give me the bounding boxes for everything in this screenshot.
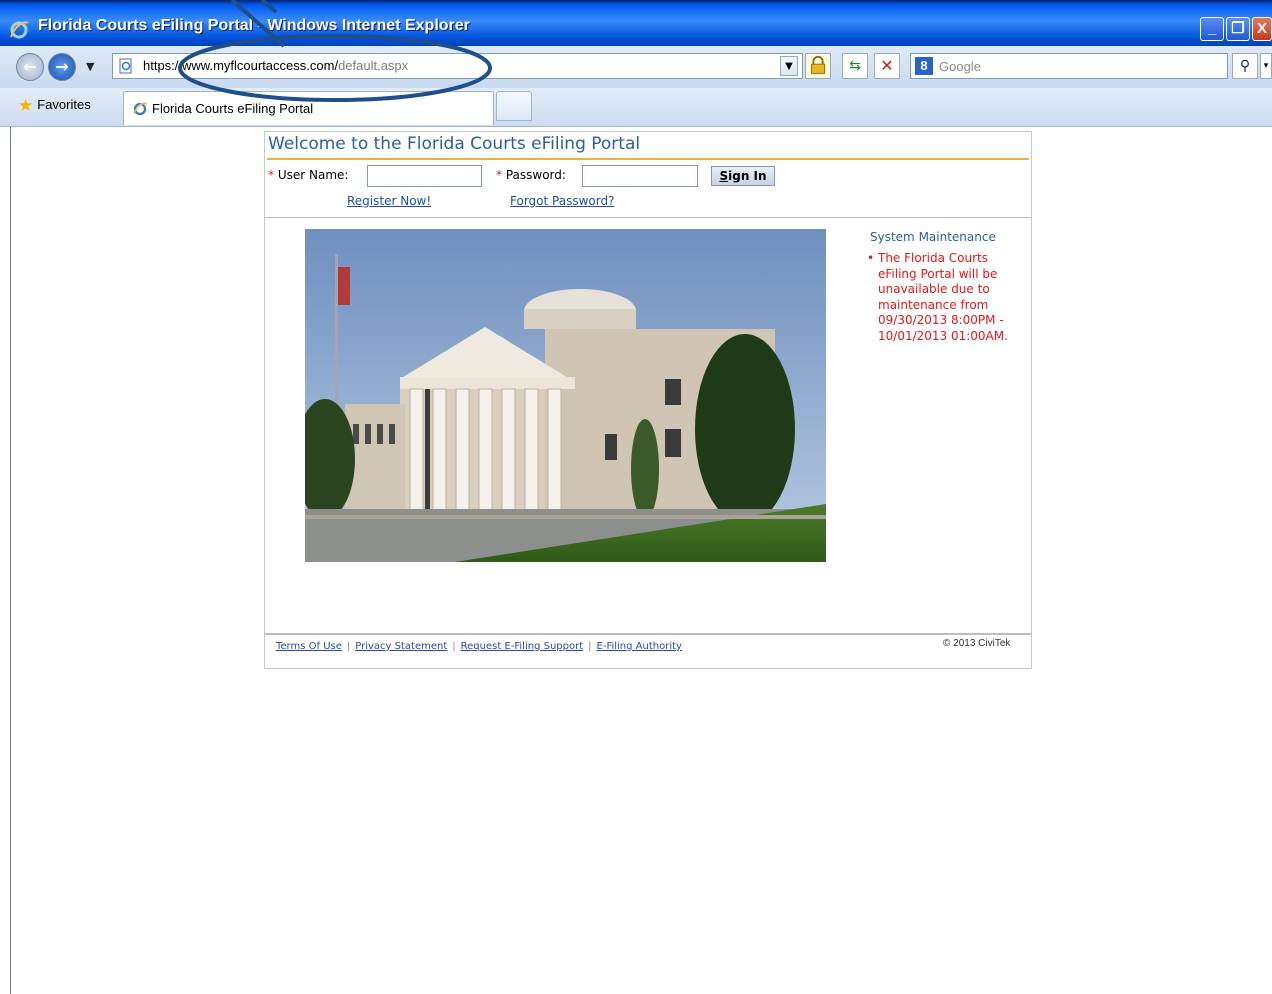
username-label: * User Name: [268,168,348,182]
password-label: * Password: [496,168,566,182]
separator: | [588,641,592,652]
forward-arrow-icon: → [55,57,69,76]
minimize-button[interactable]: _ [1200,17,1224,41]
search-icon: ⚲ [1239,58,1251,74]
maintenance-message: The Florida Courts eFiling Portal will b… [878,251,1008,343]
address-url[interactable]: https://www.myflcourtaccess.com/default.… [143,58,408,73]
search-button[interactable]: ⚲ [1232,53,1258,79]
search-options-button[interactable]: ▾ [1260,53,1272,79]
forgot-password-link[interactable]: Forgot Password? [510,194,614,208]
search-box[interactable]: 8 Google [910,53,1228,79]
login-divider [265,217,1031,218]
viewport-border [10,127,11,994]
stop-button[interactable]: ✕ [874,53,900,79]
close-button[interactable]: X [1252,17,1272,41]
url-path: default.aspx [338,58,409,73]
bullet-icon: • [867,251,875,265]
lock-icon [811,55,825,74]
refresh-button[interactable]: ⇆ [842,53,868,79]
sign-in-label: ign In [728,169,767,183]
sign-in-button[interactable]: Sign In [711,166,775,186]
footer-links: Terms Of Use | Privacy Statement | Request E… [276,641,682,652]
security-lock[interactable] [805,53,831,79]
forward-button[interactable]: → [48,53,76,81]
maintenance-notice: • The Florida Courts eFiling Portal will… [865,251,1023,344]
page-icon [119,58,132,74]
title-divider [267,158,1029,160]
terms-of-use-link[interactable]: Terms Of Use [276,641,342,652]
courthouse-photo [305,229,826,562]
copyright: © 2013 CiviTek [943,638,1011,649]
url-host: https://www.myflcourtaccess.com/ [143,58,339,73]
footer-divider [265,633,1031,635]
password-label-text: Password: [505,168,566,182]
new-tab-button[interactable] [496,91,532,121]
username-input[interactable] [367,165,482,187]
username-label-text: User Name: [277,168,349,182]
ie-logo-icon [10,21,29,39]
required-marker: * [496,168,502,182]
maintenance-title: System Maintenance [870,230,996,244]
stop-icon: ✕ [880,56,894,75]
required-marker: * [268,168,274,182]
separator: | [452,641,456,652]
favorites-star-icon: ★ [18,96,34,115]
search-placeholder: Google [939,59,981,74]
page-title: Welcome to the Florida Courts eFiling Po… [268,134,641,154]
window-titlebar[interactable]: Florida Courts eFiling Portal - Windows … [0,0,1272,46]
sign-in-accesskey: S [719,169,729,183]
efiling-authority-link[interactable]: E-Filing Authority [597,641,682,652]
window-title: Florida Courts eFiling Portal - Windows … [38,17,470,34]
request-support-link[interactable]: Request E-Filing Support [461,641,583,652]
portal-panel: Welcome to the Florida Courts eFiling Po… [264,131,1032,669]
address-bar[interactable]: https://www.myflcourtaccess.com/default.… [112,53,803,79]
back-arrow-icon: ← [23,57,37,76]
maximize-button[interactable]: ❐ [1226,17,1250,41]
history-dropdown[interactable]: ▼ [86,60,94,73]
favorites-button[interactable]: ★ Favorites [18,96,91,116]
tab-label: Florida Courts eFiling Portal [152,101,314,116]
google-icon: 8 [915,57,933,75]
tab-bar: ★ Favorites Florida Courts eFiling Portal [0,88,1272,127]
separator: | [346,641,351,652]
refresh-icon: ⇆ [849,58,861,74]
privacy-statement-link[interactable]: Privacy Statement [355,641,447,652]
address-dropdown[interactable]: ▼ [780,56,798,76]
tab-florida-courts[interactable]: Florida Courts eFiling Portal [123,91,494,125]
back-button[interactable]: ← [16,53,44,81]
register-link[interactable]: Register Now! [347,194,431,208]
favorites-label: Favorites [37,97,91,112]
password-input[interactable] [582,165,698,187]
ie-logo-icon [133,102,148,116]
